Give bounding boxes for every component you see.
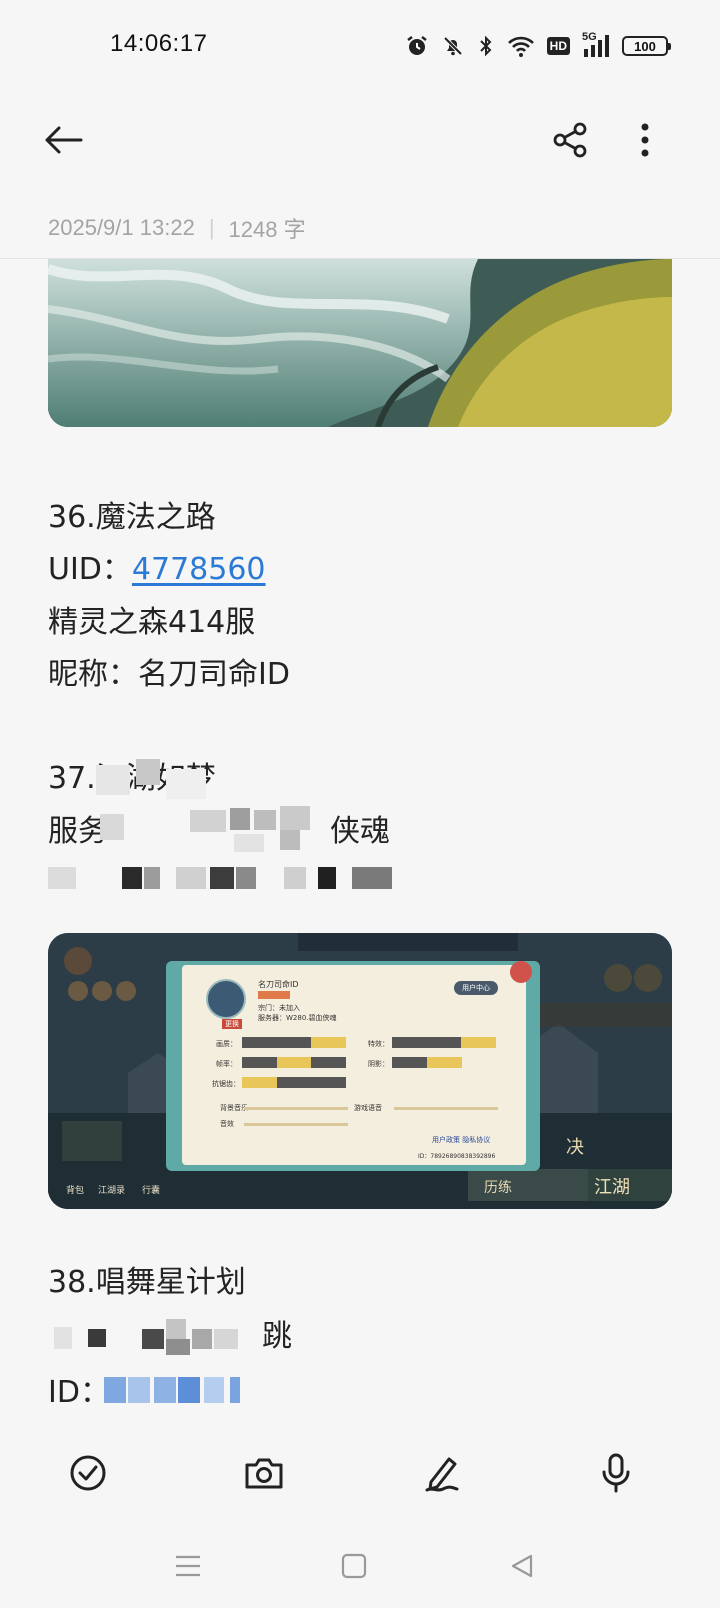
- nav-back-button[interactable]: [502, 1546, 542, 1586]
- settings-panel: 更换 名刀司命ID 宗门：未加入 服务器：W280.碧血侠魂 用户中心 画质： …: [182, 965, 526, 1165]
- entry-38-line3: ID：: [48, 1367, 110, 1411]
- meta-separator: |: [208, 215, 215, 240]
- entry-36-uid: UID：4778560: [48, 544, 266, 588]
- bluetooth-icon: [477, 34, 495, 58]
- wifi-icon: [507, 34, 535, 58]
- entry-38-title: 38.唱舞星计划: [48, 1265, 246, 1300]
- handwriting-icon: [425, 1457, 459, 1492]
- share-icon: [553, 122, 587, 158]
- camera-icon: [245, 1458, 283, 1489]
- note-meta: 2025/9/1 13:22 | 1248 字: [48, 212, 306, 244]
- setting-label: 特效：: [368, 1040, 389, 1048]
- mosaic-blur: [90, 804, 340, 852]
- setting-segment: [242, 1057, 346, 1068]
- change-button: 更换: [222, 1019, 242, 1029]
- setting-segment: [242, 1077, 346, 1088]
- battery-icon: 100: [622, 36, 671, 56]
- server-line: 服务器：W280.碧血侠魂: [258, 1014, 337, 1022]
- setting-label: 抗锯齿：: [212, 1080, 240, 1088]
- back-icon: [511, 1554, 533, 1578]
- note-image-game-settings[interactable]: 更换 名刀司命ID 宗门：未加入 服务器：W280.碧血侠魂 用户中心 画质： …: [48, 933, 672, 1209]
- game-id: ID：7892689083839​2896: [418, 1153, 496, 1160]
- microphone-icon: [602, 1453, 630, 1493]
- sfx-label: 音效: [220, 1120, 234, 1128]
- game-label: 行囊: [142, 1186, 161, 1196]
- mute-icon: [441, 34, 465, 58]
- note-toolbar: [0, 100, 720, 180]
- game-label: 历练: [484, 1180, 512, 1196]
- setting-label: 帧率：: [216, 1060, 237, 1068]
- back-button[interactable]: [38, 118, 88, 162]
- home-icon: [341, 1553, 367, 1579]
- checklist-button[interactable]: [64, 1449, 112, 1497]
- close-icon: [510, 961, 532, 983]
- rank-badge: [258, 991, 290, 999]
- user-center-button: 用户中心: [454, 981, 498, 995]
- entry-36-nickname: 昵称：名刀司命ID: [48, 657, 290, 692]
- voice-input-button[interactable]: [592, 1449, 640, 1497]
- handwriting-button[interactable]: [418, 1449, 466, 1497]
- uid-link[interactable]: 4778560: [132, 552, 266, 587]
- waterfall-illustration: [48, 259, 672, 427]
- setting-segment: [392, 1037, 496, 1048]
- user-policy-link: 用户政策 隐私协议: [432, 1136, 491, 1144]
- network-type: 5G: [582, 31, 597, 43]
- mosaic-blur: [104, 1371, 254, 1411]
- setting-label: 阴影：: [368, 1060, 389, 1068]
- entry-38-id-label: ID：: [48, 1375, 110, 1410]
- mosaic-blur: [48, 1317, 268, 1361]
- game-label: 背包: [66, 1186, 85, 1196]
- setting-label: 画质：: [216, 1040, 237, 1048]
- note-datetime: 2025/9/1 13:22: [48, 215, 195, 240]
- voice-label: 游戏语音: [354, 1104, 382, 1112]
- status-icons: HD 5G 100: [405, 30, 671, 62]
- avatar: [206, 979, 246, 1019]
- bottom-toolbar: [0, 1421, 720, 1526]
- entry-36-server: 精灵之森414服: [48, 605, 256, 640]
- entry-36-title: 36.魔法之路: [48, 500, 216, 535]
- share-button[interactable]: [548, 118, 592, 162]
- setting-segment: [242, 1037, 346, 1048]
- sfx-slider: [244, 1123, 348, 1126]
- camera-button[interactable]: [240, 1449, 288, 1497]
- mosaic-blur: [48, 863, 408, 893]
- game-label: 决: [566, 1137, 584, 1158]
- recent-apps-button[interactable]: [168, 1546, 208, 1586]
- bgm-slider: [244, 1107, 348, 1110]
- note-word-count: 1248 字: [228, 217, 306, 242]
- voice-slider: [394, 1107, 498, 1110]
- alarm-icon: [405, 34, 429, 58]
- setting-segment: [392, 1057, 462, 1068]
- system-nav-bar: [0, 1526, 720, 1608]
- note-image-top[interactable]: [48, 259, 672, 427]
- uid-label: UID：: [48, 552, 132, 587]
- more-options-button[interactable]: [630, 118, 660, 162]
- checklist-icon: [70, 1455, 106, 1491]
- status-bar: 14:06:17 HD 5G 100: [0, 0, 720, 92]
- status-time: 14:06:17: [110, 30, 208, 57]
- game-label: 江湖: [594, 1177, 630, 1198]
- mosaic-blur: [96, 759, 226, 805]
- game-name: 名刀司命ID: [258, 980, 299, 989]
- hd-badge: HD: [546, 37, 570, 55]
- note-content[interactable]: 36.魔法之路 UID：4778560 精灵之森414服 昵称：名刀司命ID 3…: [0, 259, 720, 1421]
- back-arrow-icon: [45, 126, 83, 154]
- game-label: 江湖录: [98, 1186, 126, 1196]
- signal-icon: 5G: [582, 31, 610, 59]
- more-vertical-icon: [641, 123, 649, 157]
- sect-line: 宗门：未加入: [258, 1004, 300, 1012]
- menu-icon: [176, 1555, 200, 1577]
- home-button[interactable]: [334, 1546, 374, 1586]
